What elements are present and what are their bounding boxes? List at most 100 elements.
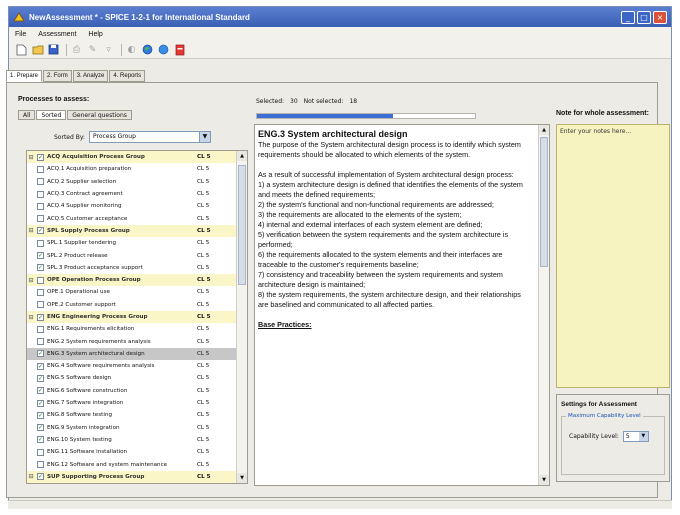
edit-icon[interactable]: ✎ [86,43,99,56]
sort-select[interactable]: Process Group ▼ [88,131,211,143]
process-group-row[interactable]: ⊟ OPE Operation Process Group CL 5 [27,273,247,287]
process-checkbox[interactable] [37,276,44,284]
minimize-button[interactable]: _ [621,10,635,24]
process-checkbox[interactable] [37,461,44,469]
process-checkbox[interactable]: ✓ [37,399,44,407]
process-checkbox[interactable] [37,288,44,296]
process-row[interactable]: ✓ SPL.2 Product release CL 5 [27,249,247,261]
process-list[interactable]: ⊟ ✓ ACQ Acquisition Process Group CL 5 ACQ.1… [26,150,248,484]
process-checkbox[interactable]: ✓ [37,264,44,272]
maximize-button[interactable]: □ [637,10,651,24]
process-checkbox[interactable]: ✓ [37,424,44,432]
collapse-icon[interactable]: ⊟ [27,227,35,234]
save-icon[interactable] [47,43,60,56]
print-icon[interactable]: ⎙ [70,43,83,56]
process-checkbox[interactable]: ✓ [37,374,44,382]
process-checkbox[interactable]: ✓ [37,252,44,260]
process-row[interactable]: ACQ.4 Supplier monitoring CL 5 [27,200,247,212]
process-checkbox[interactable] [37,448,44,456]
subtab-sorted[interactable]: Sorted [36,110,67,120]
process-row[interactable]: ACQ.5 Customer acceptance CL 5 [27,212,247,224]
process-capability-level: CL 5 [197,424,210,431]
scroll-down-icon[interactable]: ▼ [539,475,549,485]
tab-analyze[interactable]: 3. Analyze [72,70,109,82]
process-checkbox[interactable] [37,338,44,346]
menu-assessment[interactable]: Assessment [38,31,76,38]
process-checkbox[interactable]: ✓ [37,153,44,161]
process-checkbox[interactable]: ✓ [37,473,44,481]
process-row[interactable]: ✓ ENG.8 Software testing CL 5 [27,409,247,421]
process-checkbox[interactable] [37,215,44,223]
menu-help[interactable]: Help [88,31,102,38]
chevron-down-icon[interactable]: ▼ [638,432,648,441]
menu-file[interactable]: File [15,31,26,38]
process-row[interactable]: ENG.11 Software installation CL 5 [27,446,247,458]
process-row[interactable]: ✓ ENG.4 Software requirements analysis CL … [27,360,247,372]
scroll-up-icon[interactable]: ▲ [237,151,247,161]
tab-form[interactable]: 2. Form [43,70,72,82]
process-checkbox[interactable] [37,165,44,173]
process-checkbox[interactable] [37,178,44,186]
process-row[interactable]: ✓ ENG.3 System architectural design CL 5 [27,347,247,361]
process-row[interactable]: ENG.2 System requirements analysis CL 5 [27,335,247,347]
process-checkbox[interactable]: ✓ [37,227,44,235]
process-checkbox[interactable] [37,301,44,309]
process-list-scrollbar[interactable]: ▲ ▼ [236,151,247,483]
process-checkbox[interactable]: ✓ [37,362,44,370]
process-row[interactable]: ✓ ENG.5 Software design CL 5 [27,372,247,384]
filter-icon[interactable]: ▿ [102,43,115,56]
process-checkbox[interactable] [37,325,44,333]
collapse-icon[interactable]: ⊟ [27,314,35,321]
process-checkbox[interactable] [37,202,44,210]
process-checkbox[interactable] [37,190,44,198]
process-group-row[interactable]: ⊟ ✓ SUP Supporting Process Group CL 5 [27,470,247,483]
process-checkbox[interactable] [37,239,44,247]
process-row[interactable]: ENG.12 Software and system maintenance CL… [27,458,247,470]
process-row[interactable]: SPL.1 Supplier tendering CL 5 [27,237,247,249]
process-checkbox[interactable]: ✓ [37,313,44,321]
process-group-row[interactable]: ⊟ ✓ ENG Engineering Process Group CL 5 [27,310,247,324]
process-row[interactable]: ACQ.2 Supplier selection CL 5 [27,176,247,188]
capability-select[interactable]: 5 ▼ [622,431,649,442]
tab-reports[interactable]: 4. Reports [109,70,146,82]
collapse-icon[interactable]: ⊟ [27,277,35,284]
process-row[interactable]: OPE.2 Customer support CL 5 [27,299,247,311]
chevron-down-icon[interactable]: ▼ [198,132,210,142]
globe-icon[interactable] [141,43,154,56]
process-checkbox[interactable]: ✓ [37,387,44,395]
collapse-icon[interactable]: ⊟ [27,154,35,161]
scroll-up-icon[interactable]: ▲ [539,125,549,135]
close-button[interactable]: × [653,10,667,24]
subtab-all[interactable]: All [18,110,36,120]
scroll-down-icon[interactable]: ▼ [237,473,247,483]
notes-textarea[interactable]: Enter your notes here... [556,124,670,388]
scroll-thumb[interactable] [238,165,246,285]
title-bar[interactable]: NewAssessment * - SPICE 1-2-1 for Intern… [9,7,671,27]
web-icon[interactable] [157,43,170,56]
process-row[interactable]: ✓ SPL.3 Product acceptance support CL 5 [27,262,247,274]
process-checkbox[interactable]: ✓ [37,436,44,444]
process-row[interactable]: OPE.1 Operational use CL 5 [27,286,247,298]
process-group-row[interactable]: ⊟ ✓ ACQ Acquisition Process Group CL 5 [27,151,247,164]
process-capability-level: CL 5 [197,166,210,173]
description-scrollbar[interactable]: ▲ ▼ [538,125,549,485]
subtab-general-questions[interactable]: General questions [67,110,132,120]
process-row[interactable]: ✓ ENG.10 System testing CL 5 [27,434,247,446]
process-row[interactable]: ✓ ENG.7 Software integration CL 5 [27,397,247,409]
pdf-icon[interactable] [173,43,186,56]
open-icon[interactable] [31,43,44,56]
process-group-row[interactable]: ⊟ ✓ SPL Supply Process Group CL 5 [27,224,247,238]
process-checkbox[interactable]: ✓ [37,411,44,419]
collapse-icon[interactable]: ⊟ [27,473,35,480]
process-row[interactable]: ENG.1 Requirements elicitation CL 5 [27,323,247,335]
process-row[interactable]: ACQ.1 Acquisition preparation CL 5 [27,163,247,175]
tab-prepare[interactable]: 1. Prepare [6,70,43,82]
process-checkbox[interactable]: ✓ [37,350,44,358]
scroll-thumb[interactable] [540,137,548,267]
new-icon[interactable] [15,43,28,56]
process-row[interactable]: ACQ.3 Contract agreement CL 5 [27,188,247,200]
process-row[interactable]: ✓ ENG.6 Software construction CL 5 [27,385,247,397]
process-description[interactable]: ENG.3 System architectural design The pu… [254,124,550,486]
info-icon[interactable]: ◐ [125,43,138,56]
process-row[interactable]: ✓ ENG.9 System integration CL 5 [27,422,247,434]
